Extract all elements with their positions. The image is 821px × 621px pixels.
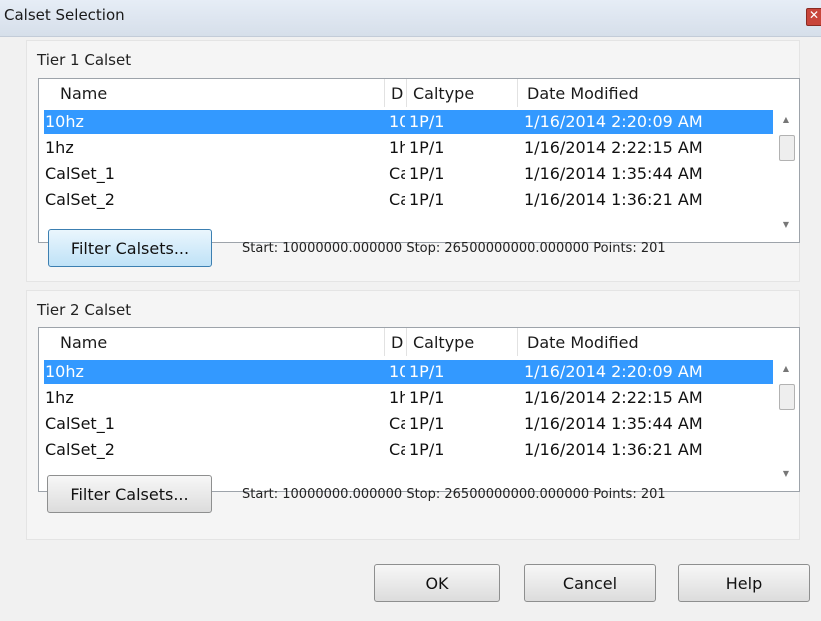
column-header-d[interactable]: D (391, 333, 403, 352)
filter-calsets-button[interactable]: Filter Calsets... (47, 475, 212, 513)
close-icon: ✕ (809, 8, 820, 22)
scrollbar-thumb[interactable] (779, 384, 795, 410)
window-title: Calset Selection (4, 6, 125, 24)
table-row[interactable]: 1hz 1h 1P/1 1/16/2014 2:22:15 AM (44, 136, 773, 160)
cell-name: 10hz (45, 112, 84, 131)
tier1-label: Tier 1 Calset (37, 51, 132, 69)
cell-caltype: 1P/1 (409, 164, 445, 183)
cell-name: CalSet_2 (45, 190, 115, 209)
table-row[interactable]: CalSet_2 Ca 1P/1 1/16/2014 1:36:21 AM (44, 438, 773, 462)
cell-d: Ca (389, 440, 405, 459)
column-header-divider[interactable] (517, 79, 518, 107)
cell-name: 1hz (45, 138, 74, 157)
cell-d: 10 (389, 362, 405, 381)
column-header-caltype[interactable]: Caltype (413, 333, 474, 352)
table-row[interactable]: 1hz 1h 1P/1 1/16/2014 2:22:15 AM (44, 386, 773, 410)
cell-date-modified: 1/16/2014 2:20:09 AM (524, 112, 703, 131)
column-header-date-modified[interactable]: Date Modified (527, 84, 639, 103)
cell-d: Ca (389, 190, 405, 209)
column-header-caltype[interactable]: Caltype (413, 84, 474, 103)
filter-calsets-button[interactable]: Filter Calsets... (48, 229, 212, 267)
tier1-calset-list[interactable]: Name D Caltype Date Modified 10hz 10 1P/… (38, 78, 800, 243)
vertical-scrollbar[interactable]: ▲ ▼ (777, 107, 795, 240)
cell-name: 10hz (45, 362, 84, 381)
ok-button[interactable]: OK (374, 564, 500, 602)
column-divider[interactable] (406, 79, 407, 107)
cell-date-modified: 1/16/2014 2:20:09 AM (524, 362, 703, 381)
cell-name: 1hz (45, 388, 74, 407)
tier1-group: Tier 1 Calset Name D Caltype Date Modifi… (26, 40, 800, 282)
cell-caltype: 1P/1 (409, 440, 445, 459)
cell-date-modified: 1/16/2014 1:35:44 AM (524, 414, 703, 433)
column-header-name[interactable]: Name (60, 333, 107, 352)
cell-caltype: 1P/1 (409, 388, 445, 407)
tier2-calset-list[interactable]: Name D Caltype Date Modified 10hz 10 1P/… (38, 327, 800, 492)
help-button[interactable]: Help (678, 564, 810, 602)
table-row[interactable]: CalSet_1 Ca 1P/1 1/16/2014 1:35:44 AM (44, 412, 773, 436)
cell-d: 1h (389, 138, 405, 157)
cell-name: CalSet_2 (45, 440, 115, 459)
cell-caltype: 1P/1 (409, 138, 445, 157)
column-header-d[interactable]: D (391, 84, 403, 103)
cell-date-modified: 1/16/2014 2:22:15 AM (524, 138, 703, 157)
tier2-group: Tier 2 Calset Name D Caltype Date Modifi… (26, 290, 800, 540)
cell-date-modified: 1/16/2014 1:36:21 AM (524, 190, 703, 209)
calset-info-text: Start: 10000000.000000 Stop: 26500000000… (242, 241, 666, 256)
table-row[interactable]: CalSet_2 Ca 1P/1 1/16/2014 1:36:21 AM (44, 188, 773, 212)
tier2-label: Tier 2 Calset (37, 301, 132, 319)
cell-date-modified: 1/16/2014 1:35:44 AM (524, 164, 703, 183)
list-header: Name D Caltype Date Modified (39, 79, 799, 107)
column-divider[interactable] (406, 328, 407, 356)
cell-d: Ca (389, 414, 405, 433)
calset-selection-dialog: Calset Selection ✕ Tier 1 Calset Name D … (0, 0, 821, 621)
scroll-up-arrow-icon[interactable]: ▲ (779, 362, 793, 376)
cancel-button[interactable]: Cancel (524, 564, 656, 602)
column-header-divider[interactable] (517, 328, 518, 356)
cell-date-modified: 1/16/2014 1:36:21 AM (524, 440, 703, 459)
cell-caltype: 1P/1 (409, 362, 445, 381)
table-row[interactable]: 10hz 10 1P/1 1/16/2014 2:20:09 AM (44, 360, 773, 384)
column-divider[interactable] (384, 79, 385, 107)
calset-info-text: Start: 10000000.000000 Stop: 26500000000… (242, 487, 666, 502)
cell-d: Ca (389, 164, 405, 183)
column-header-date-modified[interactable]: Date Modified (527, 333, 639, 352)
close-button[interactable]: ✕ (806, 8, 821, 26)
scroll-down-arrow-icon[interactable]: ▼ (779, 467, 793, 481)
column-divider[interactable] (384, 328, 385, 356)
cell-d: 10 (389, 112, 405, 131)
cell-caltype: 1P/1 (409, 112, 445, 131)
cell-name: CalSet_1 (45, 164, 115, 183)
cell-caltype: 1P/1 (409, 414, 445, 433)
cell-d: 1h (389, 388, 405, 407)
scrollbar-thumb[interactable] (779, 135, 795, 161)
vertical-scrollbar[interactable]: ▲ ▼ (777, 356, 795, 489)
cell-date-modified: 1/16/2014 2:22:15 AM (524, 388, 703, 407)
table-row[interactable]: CalSet_1 Ca 1P/1 1/16/2014 1:35:44 AM (44, 162, 773, 186)
table-row[interactable]: 10hz 10 1P/1 1/16/2014 2:20:09 AM (44, 110, 773, 134)
column-header-name[interactable]: Name (60, 84, 107, 103)
scroll-up-arrow-icon[interactable]: ▲ (779, 113, 793, 127)
scroll-down-arrow-icon[interactable]: ▼ (779, 218, 793, 232)
cell-caltype: 1P/1 (409, 190, 445, 209)
title-bar: Calset Selection ✕ (0, 0, 821, 37)
cell-name: CalSet_1 (45, 414, 115, 433)
list-header: Name D Caltype Date Modified (39, 328, 799, 356)
